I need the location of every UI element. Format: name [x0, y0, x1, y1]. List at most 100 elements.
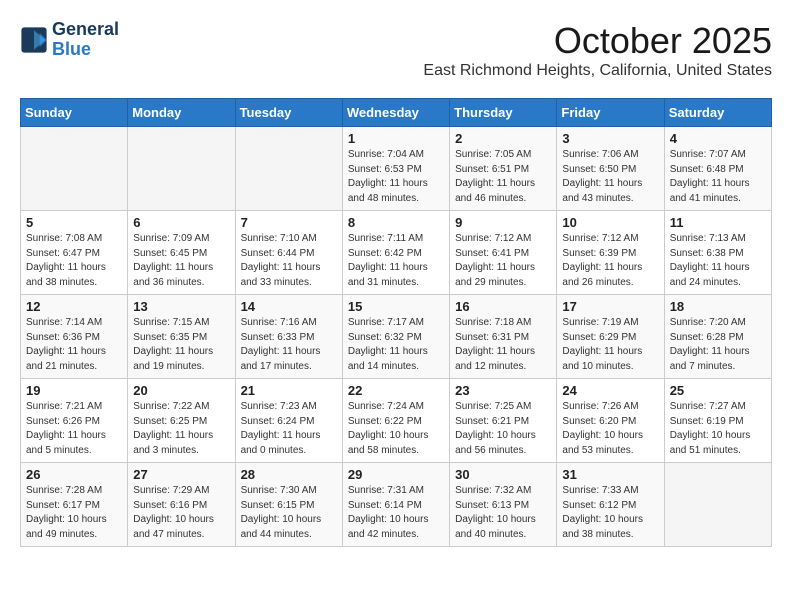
day-info: Sunrise: 7:19 AM Sunset: 6:29 PM Dayligh… — [562, 316, 658, 374]
day-number: 20 — [133, 383, 229, 398]
calendar-cell: 18 Sunrise: 7:20 AM Sunset: 6:28 PM Dayli… — [664, 295, 771, 379]
calendar-cell — [235, 127, 342, 211]
day-info: Sunrise: 7:24 AM Sunset: 6:22 PM Dayligh… — [348, 400, 444, 458]
day-number: 21 — [241, 383, 337, 398]
day-number: 27 — [133, 467, 229, 482]
day-info: Sunrise: 7:10 AM Sunset: 6:44 PM Dayligh… — [241, 232, 337, 290]
calendar-week-3: 12 Sunrise: 7:14 AM Sunset: 6:36 PM Dayli… — [21, 295, 772, 379]
calendar-cell: 2 Sunrise: 7:05 AM Sunset: 6:51 PM Daylig… — [450, 127, 557, 211]
month-title: October 2025 — [423, 20, 772, 62]
general-blue-icon — [20, 26, 48, 54]
calendar-cell — [664, 463, 771, 547]
calendar-cell: 1Sunrise: 7:04 AM Sunset: 6:53 PM Daylig… — [342, 127, 449, 211]
calendar-cell: 16 Sunrise: 7:18 AM Sunset: 6:31 PM Dayli… — [450, 295, 557, 379]
calendar-cell: 25 Sunrise: 7:27 AM Sunset: 6:19 PM Dayli… — [664, 379, 771, 463]
calendar-cell: 22 Sunrise: 7:24 AM Sunset: 6:22 PM Dayli… — [342, 379, 449, 463]
day-number: 22 — [348, 383, 444, 398]
day-info: Sunrise: 7:27 AM Sunset: 6:19 PM Dayligh… — [670, 400, 766, 458]
calendar-cell: 13Sunrise: 7:15 AM Sunset: 6:35 PM Dayli… — [128, 295, 235, 379]
day-number: 6 — [133, 215, 229, 230]
calendar-table: SundayMondayTuesdayWednesdayThursdayFrid… — [20, 98, 772, 547]
day-number: 14 — [241, 299, 337, 314]
calendar-cell: 6 Sunrise: 7:09 AM Sunset: 6:45 PM Daylig… — [128, 211, 235, 295]
day-info: Sunrise: 7:21 AM Sunset: 6:26 PM Dayligh… — [26, 400, 122, 458]
weekday-header-wednesday: Wednesday — [342, 99, 449, 127]
day-info: Sunrise: 7:17 AM Sunset: 6:32 PM Dayligh… — [348, 316, 444, 374]
day-info: Sunrise: 7:30 AM Sunset: 6:15 PM Dayligh… — [241, 484, 337, 542]
day-number: 10 — [562, 215, 658, 230]
weekday-header-thursday: Thursday — [450, 99, 557, 127]
day-number: 16 — [455, 299, 551, 314]
calendar-cell: 15 Sunrise: 7:17 AM Sunset: 6:32 PM Dayli… — [342, 295, 449, 379]
day-info: Sunrise: 7:06 AM Sunset: 6:50 PM Dayligh… — [562, 148, 658, 206]
day-info: Sunrise: 7:04 AM Sunset: 6:53 PM Dayligh… — [348, 148, 444, 206]
weekday-header-tuesday: Tuesday — [235, 99, 342, 127]
day-number: 29 — [348, 467, 444, 482]
day-number: 19 — [26, 383, 122, 398]
calendar-cell: 11Sunrise: 7:13 AM Sunset: 6:38 PM Dayli… — [664, 211, 771, 295]
day-number: 18 — [670, 299, 766, 314]
calendar-week-2: 5 Sunrise: 7:08 AM Sunset: 6:47 PM Daylig… — [21, 211, 772, 295]
day-number: 8 — [348, 215, 444, 230]
weekday-header-monday: Monday — [128, 99, 235, 127]
calendar-cell: 8 Sunrise: 7:11 AM Sunset: 6:42 PM Daylig… — [342, 211, 449, 295]
day-info: Sunrise: 7:13 AM Sunset: 6:38 PM Dayligh… — [670, 232, 766, 290]
calendar-week-4: 19 Sunrise: 7:21 AM Sunset: 6:26 PM Dayli… — [21, 379, 772, 463]
day-info: Sunrise: 7:12 AM Sunset: 6:39 PM Dayligh… — [562, 232, 658, 290]
day-number: 12 — [26, 299, 122, 314]
day-number: 15 — [348, 299, 444, 314]
day-number: 23 — [455, 383, 551, 398]
day-number: 30 — [455, 467, 551, 482]
day-number: 5 — [26, 215, 122, 230]
day-number: 24 — [562, 383, 658, 398]
day-number: 4 — [670, 131, 766, 146]
day-info: Sunrise: 7:09 AM Sunset: 6:45 PM Dayligh… — [133, 232, 229, 290]
day-number: 25 — [670, 383, 766, 398]
calendar-cell: 27 Sunrise: 7:29 AM Sunset: 6:16 PM Dayli… — [128, 463, 235, 547]
day-number: 7 — [241, 215, 337, 230]
calendar-cell: 26Sunrise: 7:28 AM Sunset: 6:17 PM Dayli… — [21, 463, 128, 547]
day-info: Sunrise: 7:29 AM Sunset: 6:16 PM Dayligh… — [133, 484, 229, 542]
calendar-cell: 5 Sunrise: 7:08 AM Sunset: 6:47 PM Daylig… — [21, 211, 128, 295]
calendar-cell: 3 Sunrise: 7:06 AM Sunset: 6:50 PM Daylig… — [557, 127, 664, 211]
logo: General Blue — [20, 20, 119, 60]
calendar-cell: 14Sunrise: 7:16 AM Sunset: 6:33 PM Dayli… — [235, 295, 342, 379]
day-info: Sunrise: 7:25 AM Sunset: 6:21 PM Dayligh… — [455, 400, 551, 458]
day-info: Sunrise: 7:22 AM Sunset: 6:25 PM Dayligh… — [133, 400, 229, 458]
day-info: Sunrise: 7:20 AM Sunset: 6:28 PM Dayligh… — [670, 316, 766, 374]
calendar-cell: 12 Sunrise: 7:14 AM Sunset: 6:36 PM Dayli… — [21, 295, 128, 379]
calendar-cell: 21Sunrise: 7:23 AM Sunset: 6:24 PM Dayli… — [235, 379, 342, 463]
day-info: Sunrise: 7:08 AM Sunset: 6:47 PM Dayligh… — [26, 232, 122, 290]
calendar-cell: 7 Sunrise: 7:10 AM Sunset: 6:44 PM Daylig… — [235, 211, 342, 295]
day-info: Sunrise: 7:14 AM Sunset: 6:36 PM Dayligh… — [26, 316, 122, 374]
calendar-cell: 4 Sunrise: 7:07 AM Sunset: 6:48 PM Daylig… — [664, 127, 771, 211]
calendar-cell — [128, 127, 235, 211]
day-info: Sunrise: 7:11 AM Sunset: 6:42 PM Dayligh… — [348, 232, 444, 290]
calendar-week-1: 1Sunrise: 7:04 AM Sunset: 6:53 PM Daylig… — [21, 127, 772, 211]
calendar-cell: 29 Sunrise: 7:31 AM Sunset: 6:14 PM Dayli… — [342, 463, 449, 547]
day-info: Sunrise: 7:26 AM Sunset: 6:20 PM Dayligh… — [562, 400, 658, 458]
day-info: Sunrise: 7:07 AM Sunset: 6:48 PM Dayligh… — [670, 148, 766, 206]
day-number: 3 — [562, 131, 658, 146]
day-info: Sunrise: 7:18 AM Sunset: 6:31 PM Dayligh… — [455, 316, 551, 374]
day-info: Sunrise: 7:15 AM Sunset: 6:35 PM Dayligh… — [133, 316, 229, 374]
day-info: Sunrise: 7:12 AM Sunset: 6:41 PM Dayligh… — [455, 232, 551, 290]
day-number: 28 — [241, 467, 337, 482]
day-info: Sunrise: 7:33 AM Sunset: 6:12 PM Dayligh… — [562, 484, 658, 542]
day-number: 31 — [562, 467, 658, 482]
day-number: 2 — [455, 131, 551, 146]
logo-line2: Blue — [52, 39, 91, 59]
calendar-cell: 17 Sunrise: 7:19 AM Sunset: 6:29 PM Dayli… — [557, 295, 664, 379]
calendar-cell: 10 Sunrise: 7:12 AM Sunset: 6:39 PM Dayli… — [557, 211, 664, 295]
calendar-cell: 28 Sunrise: 7:30 AM Sunset: 6:15 PM Dayli… — [235, 463, 342, 547]
day-info: Sunrise: 7:31 AM Sunset: 6:14 PM Dayligh… — [348, 484, 444, 542]
location-title: East Richmond Heights, California, Unite… — [423, 62, 772, 80]
day-info: Sunrise: 7:28 AM Sunset: 6:17 PM Dayligh… — [26, 484, 122, 542]
calendar-week-5: 26Sunrise: 7:28 AM Sunset: 6:17 PM Dayli… — [21, 463, 772, 547]
weekday-header-sunday: Sunday — [21, 99, 128, 127]
day-info: Sunrise: 7:32 AM Sunset: 6:13 PM Dayligh… — [455, 484, 551, 542]
day-number: 17 — [562, 299, 658, 314]
day-info: Sunrise: 7:05 AM Sunset: 6:51 PM Dayligh… — [455, 148, 551, 206]
day-number: 9 — [455, 215, 551, 230]
weekday-header-saturday: Saturday — [664, 99, 771, 127]
